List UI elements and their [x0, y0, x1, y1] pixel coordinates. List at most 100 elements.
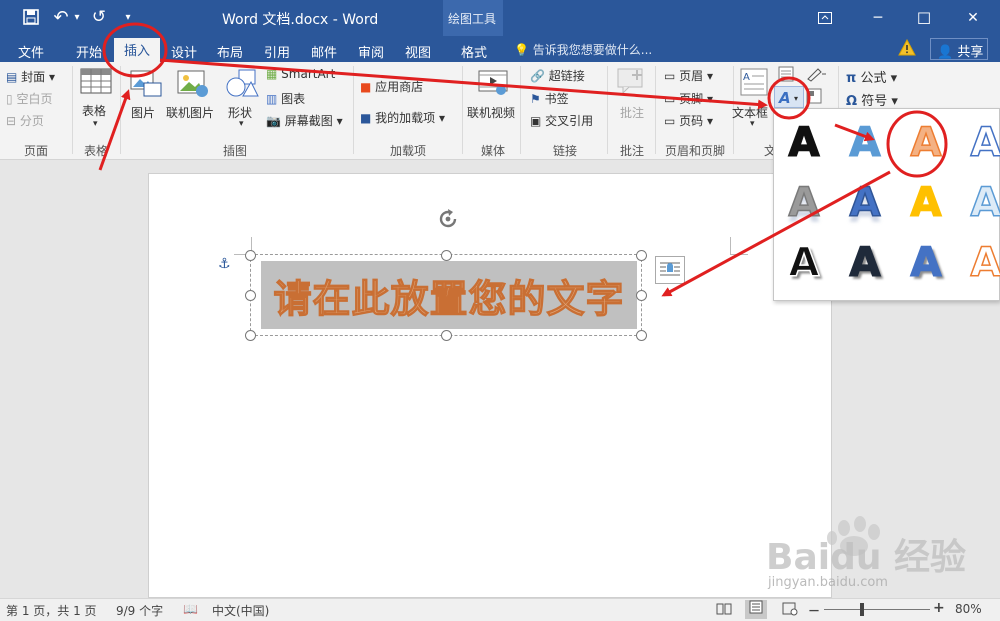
bookmark-button[interactable]: ⚑ 书签	[530, 90, 569, 107]
table-dropdown-icon[interactable]: ▾	[93, 119, 98, 129]
tab-insert[interactable]: 插入	[114, 38, 160, 62]
wordart-style-blue-reflect[interactable]: A	[842, 179, 888, 227]
undo-dropdown-icon[interactable]: ▾	[72, 6, 82, 28]
tab-format[interactable]: 格式	[452, 40, 496, 62]
maximize-button[interactable]: ☐	[901, 0, 947, 36]
separator	[520, 66, 521, 154]
wordart-style-gold[interactable]: A	[903, 179, 949, 227]
wordart-style-blue-shadow[interactable]: A	[903, 239, 949, 287]
wordart-style-plain[interactable]: A	[781, 119, 827, 167]
pi-icon: π	[846, 71, 857, 86]
page-number-button[interactable]: ▭ 页码 ▾	[664, 112, 713, 129]
link-icon: 🔗	[530, 69, 545, 83]
share-button[interactable]: 👤 共享	[930, 38, 988, 60]
zoom-slider-thumb[interactable]	[860, 603, 864, 616]
wordart-style-black-shadow[interactable]: A	[781, 239, 827, 287]
wordart-style-outline-orange[interactable]: A	[963, 239, 1000, 287]
online-picture-button[interactable]: 联机图片	[166, 104, 214, 121]
online-picture-icon[interactable]	[177, 70, 209, 101]
word-count[interactable]: 9/9 个字	[116, 602, 163, 619]
zoom-level[interactable]: 80%	[955, 602, 982, 616]
signature-line-icon[interactable]	[806, 66, 828, 85]
zoom-out-button[interactable]: －	[808, 602, 820, 619]
drop-cap-icon[interactable]	[806, 88, 822, 107]
web-layout-icon[interactable]	[782, 602, 798, 619]
online-video-button[interactable]: 联机视频	[467, 104, 515, 121]
symbol-button[interactable]: Ω 符号 ▾	[846, 90, 898, 109]
redo-icon[interactable]: ↺	[88, 6, 110, 28]
header-button[interactable]: ▭ 页眉 ▾	[664, 67, 713, 84]
cross-reference-button[interactable]: ▣ 交叉引用	[530, 112, 593, 129]
group-comments-label: 批注	[619, 144, 644, 158]
language-indicator[interactable]: 中文(中国)	[212, 602, 269, 619]
separator	[72, 66, 73, 154]
warning-icon[interactable]	[898, 38, 916, 59]
blank-page-button[interactable]: ▯ 空白页	[6, 90, 52, 107]
tab-references[interactable]: 引用	[257, 40, 297, 62]
new-comment-button[interactable]: 批注	[620, 104, 644, 121]
tab-view[interactable]: 视图	[398, 40, 438, 62]
resize-handle[interactable]	[636, 290, 647, 301]
resize-handle[interactable]	[636, 330, 647, 341]
wordart-style-gray[interactable]: A	[781, 179, 827, 227]
customize-toolbar-icon[interactable]: ▾	[122, 6, 134, 28]
hyperlink-button[interactable]: 🔗 超链接	[530, 67, 585, 84]
page-count[interactable]: 第 1 页，共 1 页	[6, 602, 97, 619]
tell-me-search[interactable]: 💡 告诉我您想要做什么...	[514, 41, 652, 58]
resize-handle[interactable]	[441, 250, 452, 261]
online-video-icon[interactable]	[478, 70, 508, 99]
wordart-style-outline-blue[interactable]: A	[963, 119, 1000, 167]
table-icon[interactable]	[80, 68, 112, 97]
picture-button[interactable]: 图片	[131, 104, 155, 121]
wordart-style-gradient[interactable]: A	[842, 119, 888, 167]
page-break-button[interactable]: ⊟ 分页	[6, 112, 44, 129]
separator	[462, 66, 463, 154]
equation-button[interactable]: π 公式 ▾	[846, 67, 897, 86]
undo-icon[interactable]: ↶	[50, 6, 72, 28]
minimize-button[interactable]: ─	[855, 0, 901, 36]
screenshot-button[interactable]: 📷 屏幕截图 ▾	[266, 112, 343, 129]
tab-home[interactable]: 开始	[64, 40, 114, 62]
save-icon[interactable]	[20, 6, 42, 28]
my-addins-button[interactable]: ■ 我的加载项 ▾	[360, 109, 445, 126]
proofing-icon[interactable]: 📖	[183, 602, 198, 616]
rotate-handle-icon[interactable]	[436, 207, 460, 234]
quick-parts-icon[interactable]	[778, 66, 794, 85]
picture-icon[interactable]	[130, 70, 162, 101]
textbox-dropdown-icon[interactable]: ▾	[750, 119, 755, 129]
shapes-dropdown-icon[interactable]: ▾	[239, 119, 244, 129]
resize-handle[interactable]	[245, 330, 256, 341]
chart-icon: ▥	[266, 92, 278, 106]
wordart-style-light-blue[interactable]: A	[963, 179, 1000, 227]
zoom-slider[interactable]	[824, 609, 930, 610]
wordart-style-orange-selected[interactable]: A	[903, 119, 949, 167]
office-store-button[interactable]: ■ 应用商店	[360, 78, 423, 95]
resize-handle[interactable]	[441, 330, 452, 341]
text-box-selection-frame[interactable]	[250, 254, 642, 336]
tab-design[interactable]: 设计	[164, 40, 204, 62]
table-button[interactable]: 表格	[82, 102, 106, 119]
resize-handle[interactable]	[636, 250, 647, 261]
tab-file[interactable]: 文件	[5, 40, 57, 62]
close-button[interactable]: ✕	[950, 0, 996, 36]
cover-page-button[interactable]: ▤ 封面 ▾	[6, 68, 55, 85]
resize-handle[interactable]	[245, 250, 256, 261]
tab-layout[interactable]: 布局	[210, 40, 250, 62]
wordart-style-dark-shadow[interactable]: A	[842, 239, 888, 287]
page-number-icon: ▭	[664, 114, 676, 128]
tab-review[interactable]: 审阅	[351, 40, 391, 62]
cross-reference-icon: ▣	[530, 114, 542, 128]
smartart-button[interactable]: ▦ SmartArt	[266, 67, 335, 81]
shapes-icon[interactable]	[225, 68, 259, 101]
resize-handle[interactable]	[245, 290, 256, 301]
read-mode-icon[interactable]	[716, 602, 732, 619]
textbox-icon[interactable]: A	[740, 68, 768, 99]
new-comment-icon[interactable]	[617, 68, 645, 97]
tab-mailings[interactable]: 邮件	[304, 40, 344, 62]
ribbon-display-options-icon[interactable]	[802, 0, 848, 36]
layout-options-icon[interactable]	[655, 256, 685, 284]
footer-button[interactable]: ▭ 页脚 ▾	[664, 90, 713, 107]
share-label: 共享	[957, 45, 984, 60]
chart-button[interactable]: ▥ 图表	[266, 90, 305, 107]
wordart-button[interactable]: A ▾	[774, 86, 804, 108]
